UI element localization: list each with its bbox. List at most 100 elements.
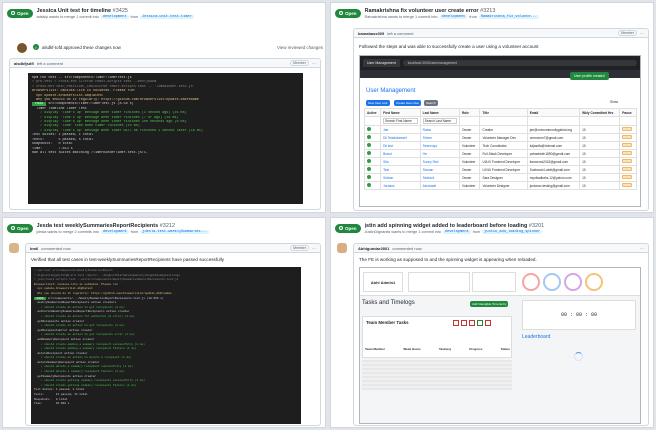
pause-button[interactable] (622, 159, 633, 163)
table-cell[interactable]: Sila (380, 157, 421, 166)
leaderboard-title[interactable]: Leaderboard (522, 334, 550, 340)
pause-button[interactable] (622, 167, 633, 171)
badge-icon[interactable] (585, 273, 603, 291)
table-cell[interactable]: Sekhar1 (419, 173, 460, 182)
column-header[interactable]: Wkly Committed Hrs (579, 108, 621, 117)
table-row[interactable]: Jordans Alcotrade Volunteer Volunteer Desig… (363, 181, 637, 190)
pause-button[interactable] (622, 135, 633, 139)
last-name-filter[interactable]: Search Last Name (422, 118, 457, 124)
comment-author[interactable]: bamabass009 (358, 31, 384, 36)
base-branch[interactable]: development (100, 14, 129, 19)
table-cell[interactable]: Jae (380, 125, 421, 134)
base-branch[interactable]: development (442, 229, 471, 234)
filter-icon[interactable] (477, 320, 483, 326)
table-cell[interactable]: Test (380, 165, 421, 174)
address-bar[interactable]: localhost:3000/usermanagement (402, 60, 637, 66)
table-row[interactable]: Sila Sunny Red Volunteer UI/UX Frontend Dev… (363, 157, 637, 166)
more-icon[interactable]: ··· (312, 61, 316, 66)
active-status-icon (367, 127, 371, 131)
comment-header: Abhigundar2801 commented now ··· (354, 244, 648, 253)
pr-open-icon (339, 11, 343, 15)
table-cell[interactable]: Sesenuya (419, 141, 460, 150)
column-header[interactable]: Title (479, 108, 528, 117)
filter-icon[interactable] (469, 320, 475, 326)
pr-header: Open Jesda test weeklySummariesReportRec… (3, 218, 325, 238)
badge-icon[interactable] (564, 273, 582, 291)
show-select[interactable]: Show (610, 100, 618, 104)
column-header[interactable]: First Name (380, 108, 421, 117)
success-toast: User profile created (570, 72, 609, 80)
timer-widget[interactable]: 00 : 00 : 00 (522, 300, 636, 330)
table-cell[interactable]: Brand (380, 149, 421, 158)
more-icon[interactable]: ··· (312, 246, 316, 251)
table-cell: myofwalbahs.12@yahoo.com (526, 173, 581, 182)
column-header[interactable]: Email (526, 108, 581, 117)
table-cell: 10 (579, 181, 621, 190)
open-badge: Open (7, 223, 33, 233)
comment-author[interactable]: Abhigundar2801 (358, 246, 389, 251)
comment-header: bamabass009 left a comment Member ··· (354, 29, 648, 38)
create-user-button[interactable]: Create New User (394, 100, 422, 106)
pause-button[interactable] (622, 175, 633, 179)
filter-icon[interactable] (453, 320, 459, 326)
table-row[interactable]: Dii Testdsbeeaef Shrine Owner Volunteer Man… (363, 133, 637, 142)
column-header[interactable]: Active (363, 108, 382, 117)
table-cell: Full-Stack Developer (479, 149, 528, 158)
table-cell[interactable]: Jordans (380, 181, 421, 190)
column-header: Status (500, 347, 510, 351)
first-name-filter[interactable]: Search First Name (383, 118, 418, 124)
new-user-link-button[interactable]: New User Link (366, 100, 390, 106)
base-branch[interactable]: development (100, 229, 129, 234)
base-branch[interactable]: development (439, 14, 468, 19)
table-cell[interactable]: Sixman (419, 165, 460, 174)
search-button[interactable]: Search (424, 100, 438, 106)
table-cell[interactable]: Sekhar (380, 173, 421, 182)
pause-button[interactable] (622, 143, 633, 147)
browser-tab[interactable]: User Management (363, 59, 400, 67)
pause-button[interactable] (622, 151, 633, 155)
table-cell[interactable]: Ramo (419, 125, 460, 134)
table-cell: kdjasdfa@hotmail.com (526, 141, 581, 150)
table-row[interactable]: Dii test Sesenuya Volunteer Tech Coordinato… (363, 141, 637, 150)
avatar[interactable] (9, 243, 19, 253)
badge-icon[interactable] (522, 273, 540, 291)
table-cell[interactable]: Hrr (419, 149, 460, 158)
more-icon[interactable]: ··· (640, 246, 644, 251)
avatar[interactable] (337, 243, 347, 253)
column-header[interactable]: Role (458, 108, 481, 117)
table-row[interactable]: Brand Hrr Owner Full-Stack Developer pzbasbb… (363, 149, 637, 158)
comment-author[interactable]: alsdkfjsdfl (14, 61, 34, 66)
table-cell[interactable]: Shrine (419, 133, 460, 142)
table-cell[interactable]: Sunny Red (419, 157, 460, 166)
column-header[interactable]: Pause (619, 108, 637, 117)
pr-panel-leaderboard-spinner: Open jstin add spinning widget added to … (330, 217, 654, 428)
avatar[interactable] (17, 43, 27, 53)
head-branch[interactable]: justin_add_loading_spinner (482, 229, 543, 234)
view-changes-link[interactable]: View reviewed changes (277, 45, 323, 50)
pause-button[interactable] (622, 127, 633, 131)
column-header[interactable]: Last Name (419, 108, 460, 117)
browser-screenshot: User Management localhost:3000/usermanag… (359, 55, 641, 207)
head-branch[interactable]: Ramakrishna_fix_volunte... (478, 14, 539, 19)
head-branch[interactable]: Jessica-unit-test-timer (140, 14, 194, 19)
pr-subtitle: jdesla wants to merge 2 commits into dev… (36, 229, 210, 234)
table-cell: Owner (458, 133, 481, 142)
table-cell[interactable]: Dii Testdsbeeaef (380, 133, 421, 142)
pause-button[interactable] (622, 183, 633, 187)
pr-panel-volunteer-user: Open Ramakrishna fix volunteer user crea… (330, 2, 654, 213)
table-row[interactable]: Test Sixman Owner UX/UI Frontend Developer S… (363, 165, 637, 174)
table-row[interactable]: Jae Ramo Owner Creator jae@onecommunitygloba… (363, 125, 637, 134)
active-status-icon (367, 167, 371, 171)
pr-open-icon (11, 226, 15, 230)
table-cell[interactable]: Alcotrade (419, 181, 460, 190)
more-icon[interactable]: ··· (640, 31, 644, 36)
badge-icon[interactable] (543, 273, 561, 291)
filter-icon[interactable] (485, 320, 491, 326)
table-row[interactable]: Sekhar Sekhar1 Owner Sara Designer myofwalba… (363, 173, 637, 182)
table-cell[interactable]: Dii test (380, 141, 421, 150)
team-tasks-card: Team Member Tasks Team Member Week Hours T… (362, 316, 512, 358)
head-branch[interactable]: jdesla-test-weeklySummaries... (140, 229, 210, 234)
filter-icon[interactable] (461, 320, 467, 326)
add-time-entry-button[interactable]: Add Intangible Time Entry (470, 301, 509, 307)
comment-author[interactable]: bm6 (30, 246, 38, 251)
